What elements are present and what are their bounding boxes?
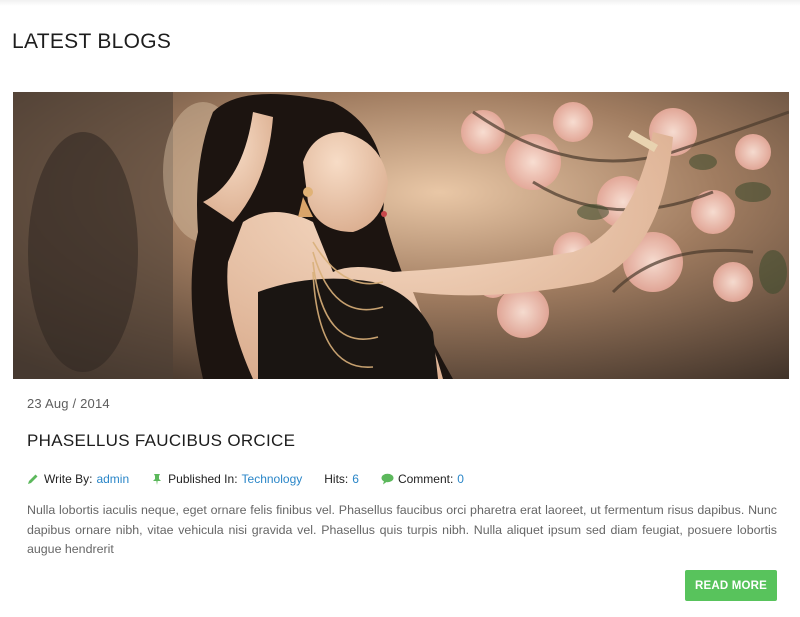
category-meta: Published In: Technology: [151, 472, 302, 486]
hits-label: Hits:: [324, 472, 349, 486]
comments-meta: Comment: 0: [381, 472, 464, 486]
pencil-icon: [27, 473, 39, 485]
comments-link[interactable]: 0: [457, 472, 464, 486]
post-date: 23 Aug / 2014: [27, 396, 110, 411]
read-more-button[interactable]: READ MORE: [685, 570, 777, 601]
author-link[interactable]: admin: [96, 472, 129, 486]
post-excerpt: Nulla lobortis iaculis neque, eget ornar…: [27, 503, 777, 556]
category-label: Published In:: [168, 472, 238, 486]
category-link[interactable]: Technology: [242, 472, 303, 486]
post-meta: Write By: admin Published In: Technology…: [27, 472, 486, 486]
hits-meta: Hits: 6: [324, 472, 359, 486]
comment-bubble-icon: [381, 473, 394, 485]
featured-photo: [13, 92, 789, 379]
author-meta: Write By: admin: [27, 472, 129, 486]
pin-icon: [151, 473, 163, 485]
section-title: LATEST BLOGS: [12, 30, 172, 53]
post-title[interactable]: PHASELLUS FAUCIBUS ORCICE: [27, 431, 295, 451]
top-divider: [0, 0, 800, 6]
comment-label: Comment:: [397, 472, 454, 486]
blog-featured-image[interactable]: [13, 92, 789, 379]
author-label: Write By:: [44, 472, 93, 486]
hits-count: 6: [352, 472, 359, 486]
